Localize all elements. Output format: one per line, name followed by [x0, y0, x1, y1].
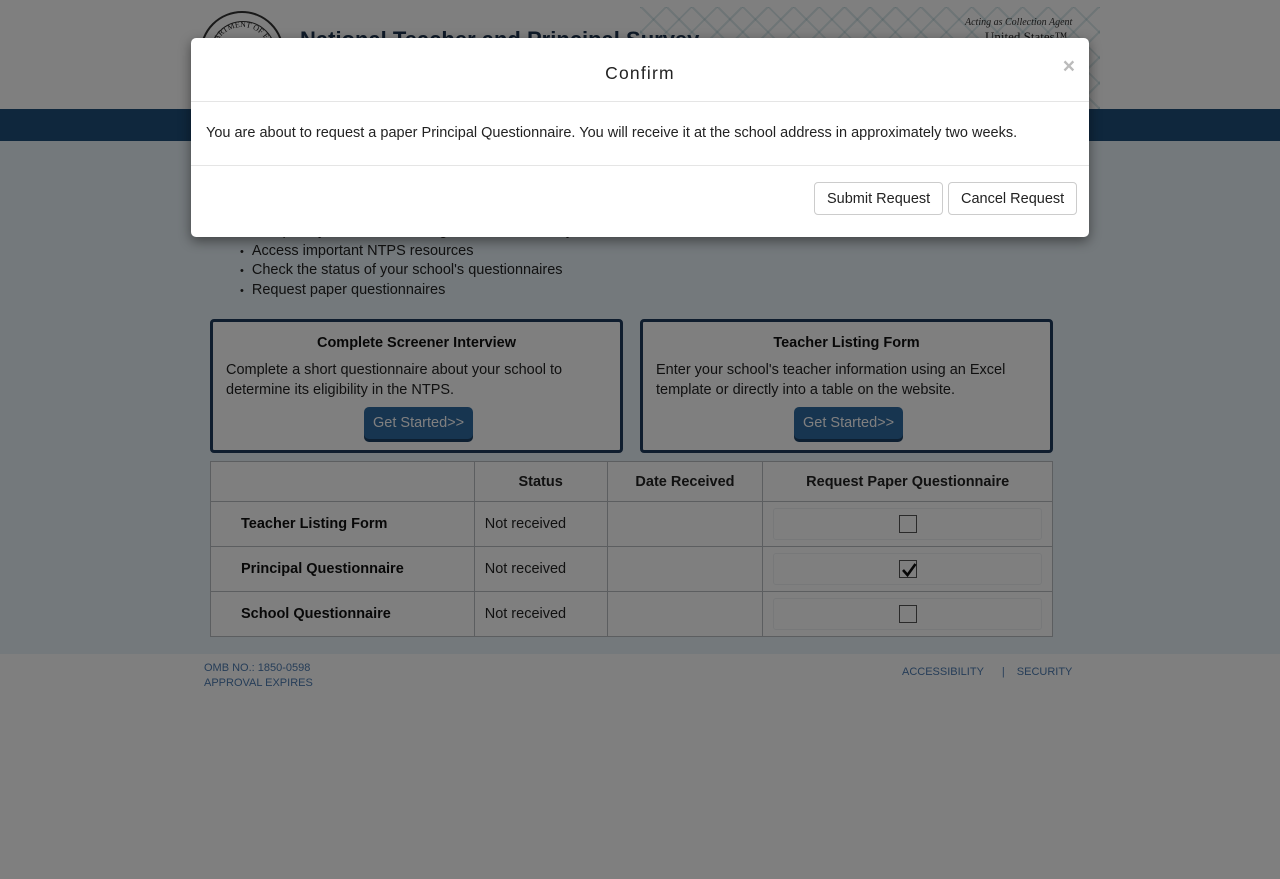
- dialog-header: Confirm ×: [191, 38, 1089, 102]
- cancel-request-button[interactable]: Cancel Request: [948, 182, 1078, 215]
- submit-request-button[interactable]: Submit Request: [814, 182, 944, 215]
- close-icon[interactable]: ×: [1063, 56, 1075, 78]
- dialog-footer: Submit Request Cancel Request: [191, 165, 1089, 238]
- dialog-title: Confirm: [605, 63, 675, 83]
- dialog-message: You are about to request a paper Princip…: [206, 125, 1018, 141]
- confirm-dialog: Confirm × You are about to request a pap…: [191, 38, 1089, 237]
